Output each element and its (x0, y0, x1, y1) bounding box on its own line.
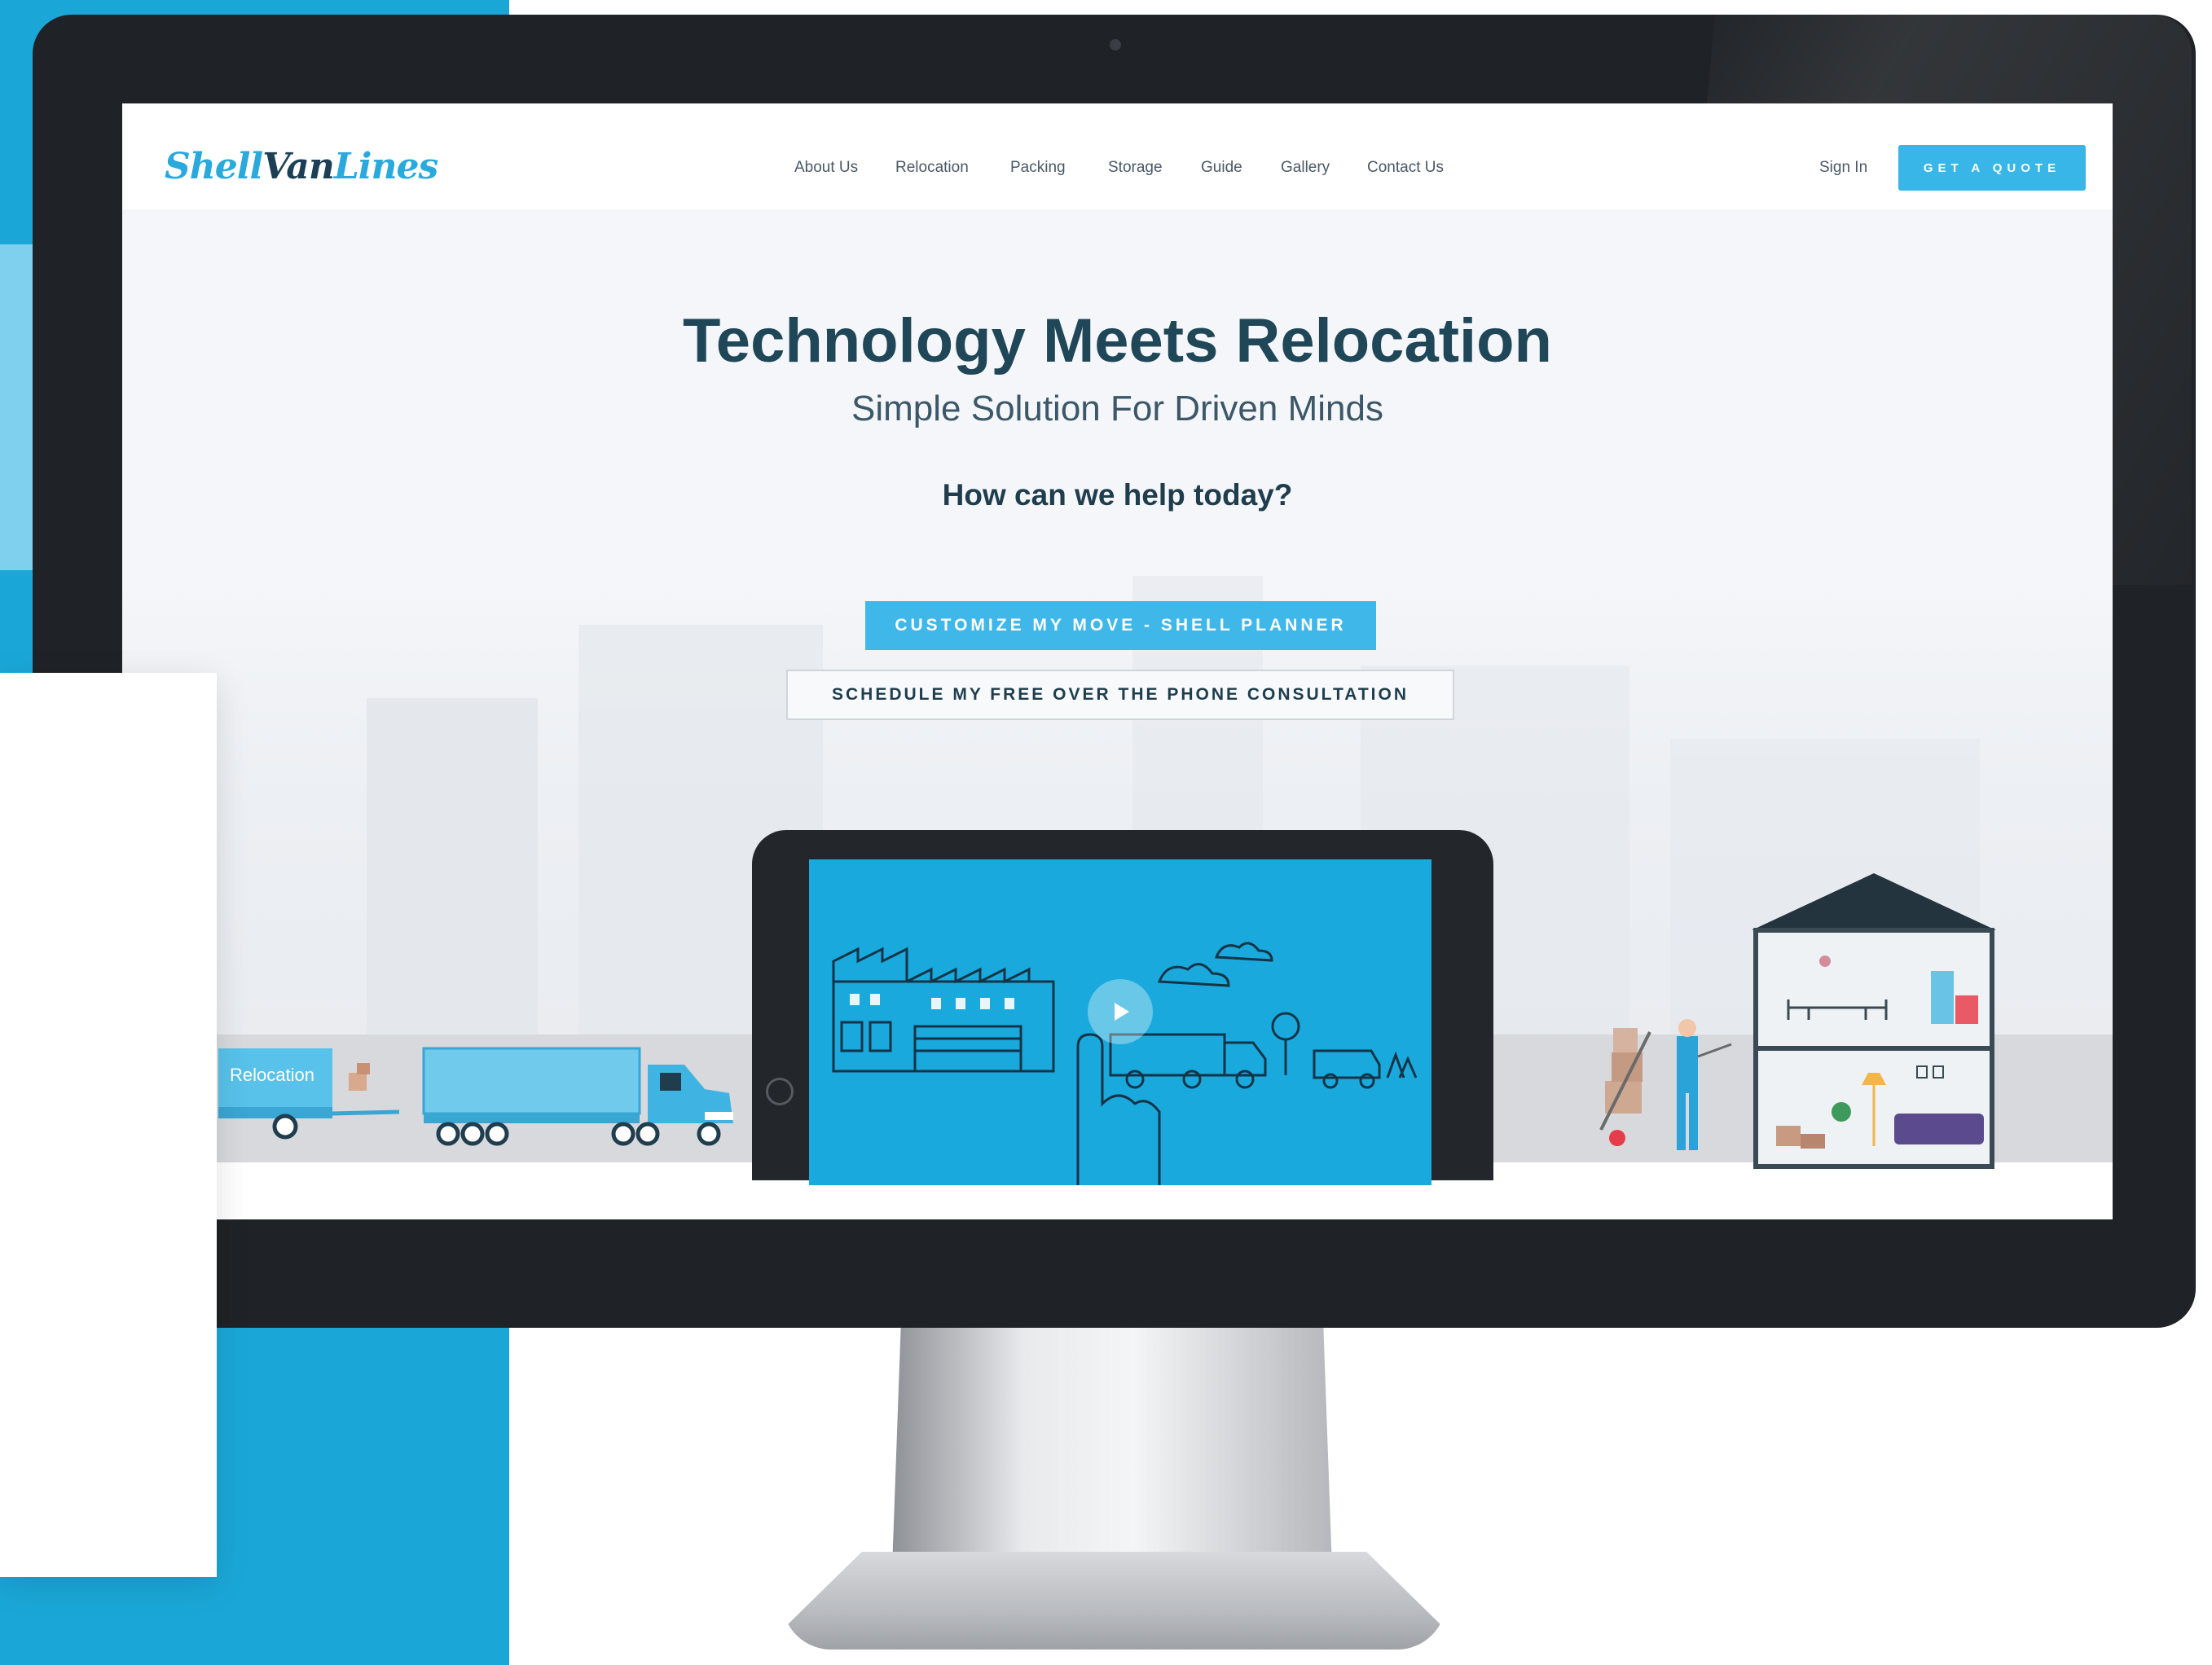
site-navbar: ShellVanLines About Us Relocation Packin… (122, 103, 2113, 209)
camera-icon (1110, 39, 1121, 51)
trailer-label: Relocation (230, 1065, 314, 1085)
background-building (367, 698, 538, 1040)
customize-move-button[interactable]: CUSTOMIZE MY MOVE - SHELL PLANNER (865, 601, 1376, 650)
nav-about-us[interactable]: About Us (794, 159, 858, 177)
play-icon (1115, 1003, 1129, 1021)
monitor-stand-neck (892, 1324, 1332, 1568)
schedule-consultation-button[interactable]: SCHEDULE MY FREE OVER THE PHONE CONSULTA… (786, 670, 1454, 720)
nav-gallery[interactable]: Gallery (1281, 159, 1330, 177)
hero-subtitle: Simple Solution For Driven Minds (851, 389, 1383, 428)
nav-storage[interactable]: Storage (1108, 159, 1163, 177)
sign-in-link[interactable]: Sign In (1819, 159, 1867, 177)
floating-side-card (0, 673, 217, 1577)
monitor-screen: ShellVanLines About Us Relocation Packin… (122, 103, 2113, 1219)
nav-packing[interactable]: Packing (1010, 159, 1066, 177)
nav-guide[interactable]: Guide (1201, 159, 1242, 177)
semi-truck-icon (422, 1047, 733, 1146)
nav-relocation[interactable]: Relocation (895, 159, 969, 177)
tablet-home-button-icon (766, 1078, 794, 1105)
get-a-quote-button[interactable]: GET A QUOTE (1898, 145, 2086, 191)
house-icon (1752, 873, 1996, 1169)
site-logo[interactable]: ShellVanLines (165, 146, 438, 187)
monitor-stand-base (782, 1552, 1446, 1650)
hero-question: How can we help today? (942, 478, 1293, 512)
nav-contact-us[interactable]: Contact Us (1367, 159, 1444, 177)
relocation-trailer-icon (218, 1048, 400, 1140)
hero-title: Technology Meets Relocation (683, 306, 1552, 376)
play-video-button[interactable] (1088, 979, 1153, 1044)
